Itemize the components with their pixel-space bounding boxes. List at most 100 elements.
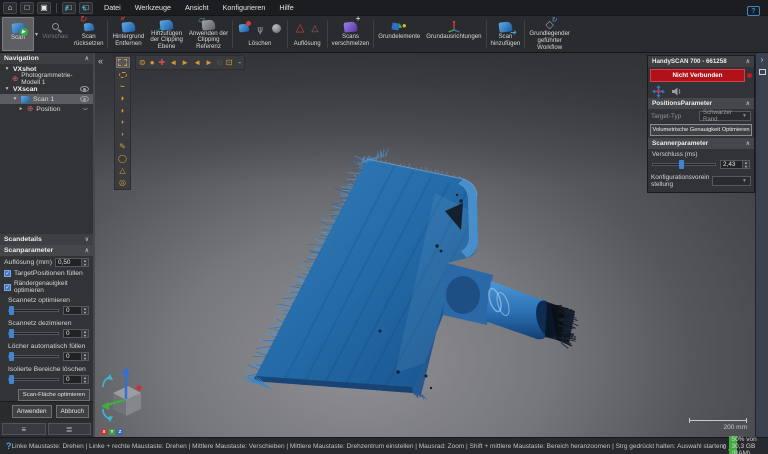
more-icon[interactable]: -	[238, 58, 241, 67]
nicht-verbunden-button[interactable]: Nicht Verbunden	[650, 69, 745, 82]
menu-hilfe[interactable]: Hilfe	[279, 3, 293, 12]
targetpositionen-checkbox[interactable]: ✓	[4, 270, 11, 277]
help-feedback-icon[interactable]: ?	[747, 6, 760, 16]
halfdisc-icon[interactable]: ◗	[116, 105, 130, 116]
volumetric-accuracy-button[interactable]: Volumetrische Genauigkeit Optimieren	[650, 124, 752, 136]
box-icon[interactable]: ▣	[37, 1, 51, 14]
pencil-icon[interactable]: ✎	[116, 141, 130, 152]
circle-icon[interactable]: ◯	[116, 153, 130, 164]
hintergrund-entfernen-button[interactable]: ✕ Hintergrund Entfernen	[109, 16, 147, 51]
menu-datei[interactable]: Datei	[104, 3, 121, 12]
target-typ-dropdown[interactable]: Schwarzer Rand ▼	[699, 109, 751, 123]
scan-hinzufuegen-button[interactable]: ➜ Scan hinzufügen	[488, 17, 524, 51]
move-cross-icon[interactable]: ✚	[159, 58, 166, 67]
scannetz-dezimieren-spinner[interactable]: 0 ▲ ▼	[63, 329, 89, 338]
freecurve-icon[interactable]: ~	[116, 81, 130, 92]
home-icon[interactable]: ⌂	[3, 1, 17, 14]
workflow-button[interactable]: ◇ ↻ Grundlegender geführter Workflow	[526, 17, 573, 51]
lasso-icon[interactable]	[116, 69, 130, 80]
clipping-ebene-button[interactable]: ▱ Hinzufügen der Clipping Ebene	[147, 17, 186, 51]
delete-sphere-icon[interactable]	[271, 24, 281, 33]
expander-icon[interactable]: ▸	[18, 106, 24, 112]
raendergenauigkeit-checkbox[interactable]: ✓	[4, 283, 11, 291]
dotted-circle-icon[interactable]: ◌	[217, 58, 222, 67]
tree-item-photogrammetrie[interactable]: ⊕ Photogrammetrie-Modell 1	[0, 72, 93, 86]
flip-left-icon[interactable]: ◄	[193, 58, 201, 67]
aufloesung-value[interactable]: 0,50	[55, 258, 82, 267]
scannetz-optimieren-spinner[interactable]: 0 ▲ ▼	[63, 306, 89, 315]
expander-icon[interactable]: ▾	[4, 66, 10, 72]
loecher-fuellen-spinner[interactable]: 0 ▲ ▼	[63, 352, 89, 361]
menu-ansicht[interactable]: Ansicht	[185, 3, 209, 12]
scan-ruecksetzen-button[interactable]: ↻ Scan rücksetzen	[71, 15, 106, 51]
konfiguration-dropdown[interactable]: ▼	[712, 176, 751, 187]
tab-tree-view[interactable]: ≡	[2, 423, 46, 435]
scannetz-optimieren-value[interactable]: 0	[63, 306, 82, 315]
expander-icon[interactable]: ▾	[4, 86, 10, 92]
scannetz-dezimieren-value[interactable]: 0	[63, 329, 82, 338]
tree-item-scan1[interactable]: ▾ Scan 1	[0, 94, 93, 104]
expander-icon[interactable]: ▾	[12, 96, 18, 102]
scannerparameter-header[interactable]: Scannerparameter ∧	[648, 138, 754, 149]
tree-item-position[interactable]: ▸ ⊕ Position ⌣	[0, 104, 93, 114]
loecher-fuellen-slider[interactable]	[8, 352, 59, 361]
circle-brush-icon[interactable]: ●	[150, 58, 155, 67]
delete-branch-icon[interactable]: ⋔	[256, 24, 264, 35]
resolution-triangle-icon[interactable]: △	[296, 23, 304, 34]
rotate-right-icon[interactable]: ►	[181, 58, 189, 67]
ellipse-select-icon[interactable]: ⊜	[139, 58, 146, 67]
scannetz-optimieren-slider[interactable]	[8, 306, 59, 315]
scans-verschmelzen-button[interactable]: + Scans verschmelzen	[329, 15, 373, 51]
grundausrichtungen-button[interactable]: Grundausrichtungen	[423, 17, 484, 51]
save-session-icon[interactable]: □ ↰	[79, 1, 93, 14]
vorschau-button[interactable]: Vorschau	[39, 17, 71, 51]
halfdisc-icon[interactable]: ◗	[116, 117, 130, 128]
halfdisc-icon[interactable]: ◗	[116, 93, 130, 104]
rotate-left-icon[interactable]: ◄	[169, 58, 177, 67]
spinner-arrows-icon[interactable]: ▲ ▼	[743, 160, 750, 169]
verschluss-slider[interactable]	[652, 160, 716, 169]
anwenden-button[interactable]: Anwenden	[11, 405, 52, 418]
toolbar-collapse-chevron-icon[interactable]: «	[98, 56, 103, 66]
isolierte-bereiche-spinner[interactable]: 0 ▲ ▼	[63, 375, 89, 384]
isolierte-bereiche-value[interactable]: 0	[63, 375, 82, 384]
spinner-arrows-icon[interactable]: ▲ ▼	[82, 375, 89, 384]
restore-panel-icon[interactable]	[758, 69, 766, 75]
flip-right-icon[interactable]: ►	[205, 58, 213, 67]
spinner-arrows-icon[interactable]: ▲ ▼	[82, 258, 89, 267]
grundelemente-button[interactable]: ▲ ● Grundelemente	[375, 17, 423, 51]
tab-list-view[interactable]: ≣	[47, 423, 91, 435]
aufloesung-spinner[interactable]: 0,50 ▲ ▼	[55, 258, 89, 267]
verschluss-spinner[interactable]: 2,43 ▲ ▼	[720, 160, 750, 169]
zoom-magnifier-icon[interactable]	[723, 443, 727, 449]
spinner-arrows-icon[interactable]: ▲ ▼	[82, 352, 89, 361]
scanner-panel-header[interactable]: HandySCAN 700 - 661258 ∧	[648, 56, 754, 67]
rect-select-icon[interactable]	[115, 57, 130, 68]
targeting-move-icon[interactable]	[652, 84, 665, 98]
speaker-icon[interactable]	[671, 86, 682, 97]
new-session-icon[interactable]: □	[20, 1, 34, 14]
scandetails-header[interactable]: Scandetails ∨	[0, 234, 93, 245]
menu-werkzeuge[interactable]: Werkzeuge	[135, 3, 171, 12]
visibility-eye-icon[interactable]	[80, 86, 89, 92]
navigation-header[interactable]: Navigation ∧	[0, 53, 93, 64]
menu-konfigurieren[interactable]: Konfigurieren	[223, 3, 266, 12]
viewport-3d[interactable]: « ~ ◗ ◗ ◗ ◗ ✎ ◯ △ ◎ ⊜ ● ✚ ◄ ► ◄ ► ◌ ⊡ -	[95, 53, 755, 437]
delete-brush-icon[interactable]	[238, 20, 252, 34]
spinner-arrows-icon[interactable]: ▲ ▼	[82, 306, 89, 315]
spinner-arrows-icon[interactable]: ▲ ▼	[82, 329, 89, 338]
scannetz-dezimieren-slider[interactable]	[8, 329, 59, 338]
drop-icon[interactable]: ◎	[116, 177, 130, 188]
scan-flaeche-optimieren-button[interactable]: Scan-Fläche optimieren	[17, 389, 90, 401]
verschluss-value[interactable]: 2,43	[720, 160, 743, 169]
scan-button[interactable]: ▶ Scan	[2, 17, 34, 51]
open-session-icon[interactable]: □ ↱	[62, 1, 76, 14]
positionsparameter-header[interactable]: PositionsParameter ∧	[648, 98, 754, 109]
resolution-triangle-small-icon[interactable]: △	[311, 24, 318, 33]
halfdisc-icon[interactable]: ◗	[116, 129, 130, 140]
loecher-fuellen-value[interactable]: 0	[63, 352, 82, 361]
clipping-referenz-button[interactable]: ▱ Anwenden der Clipping Referenz	[186, 16, 231, 51]
scanparameter-header[interactable]: Scanparameter ∧	[0, 245, 93, 256]
isolierte-bereiche-slider[interactable]	[8, 375, 59, 384]
expand-panel-icon[interactable]: ›	[761, 56, 764, 64]
